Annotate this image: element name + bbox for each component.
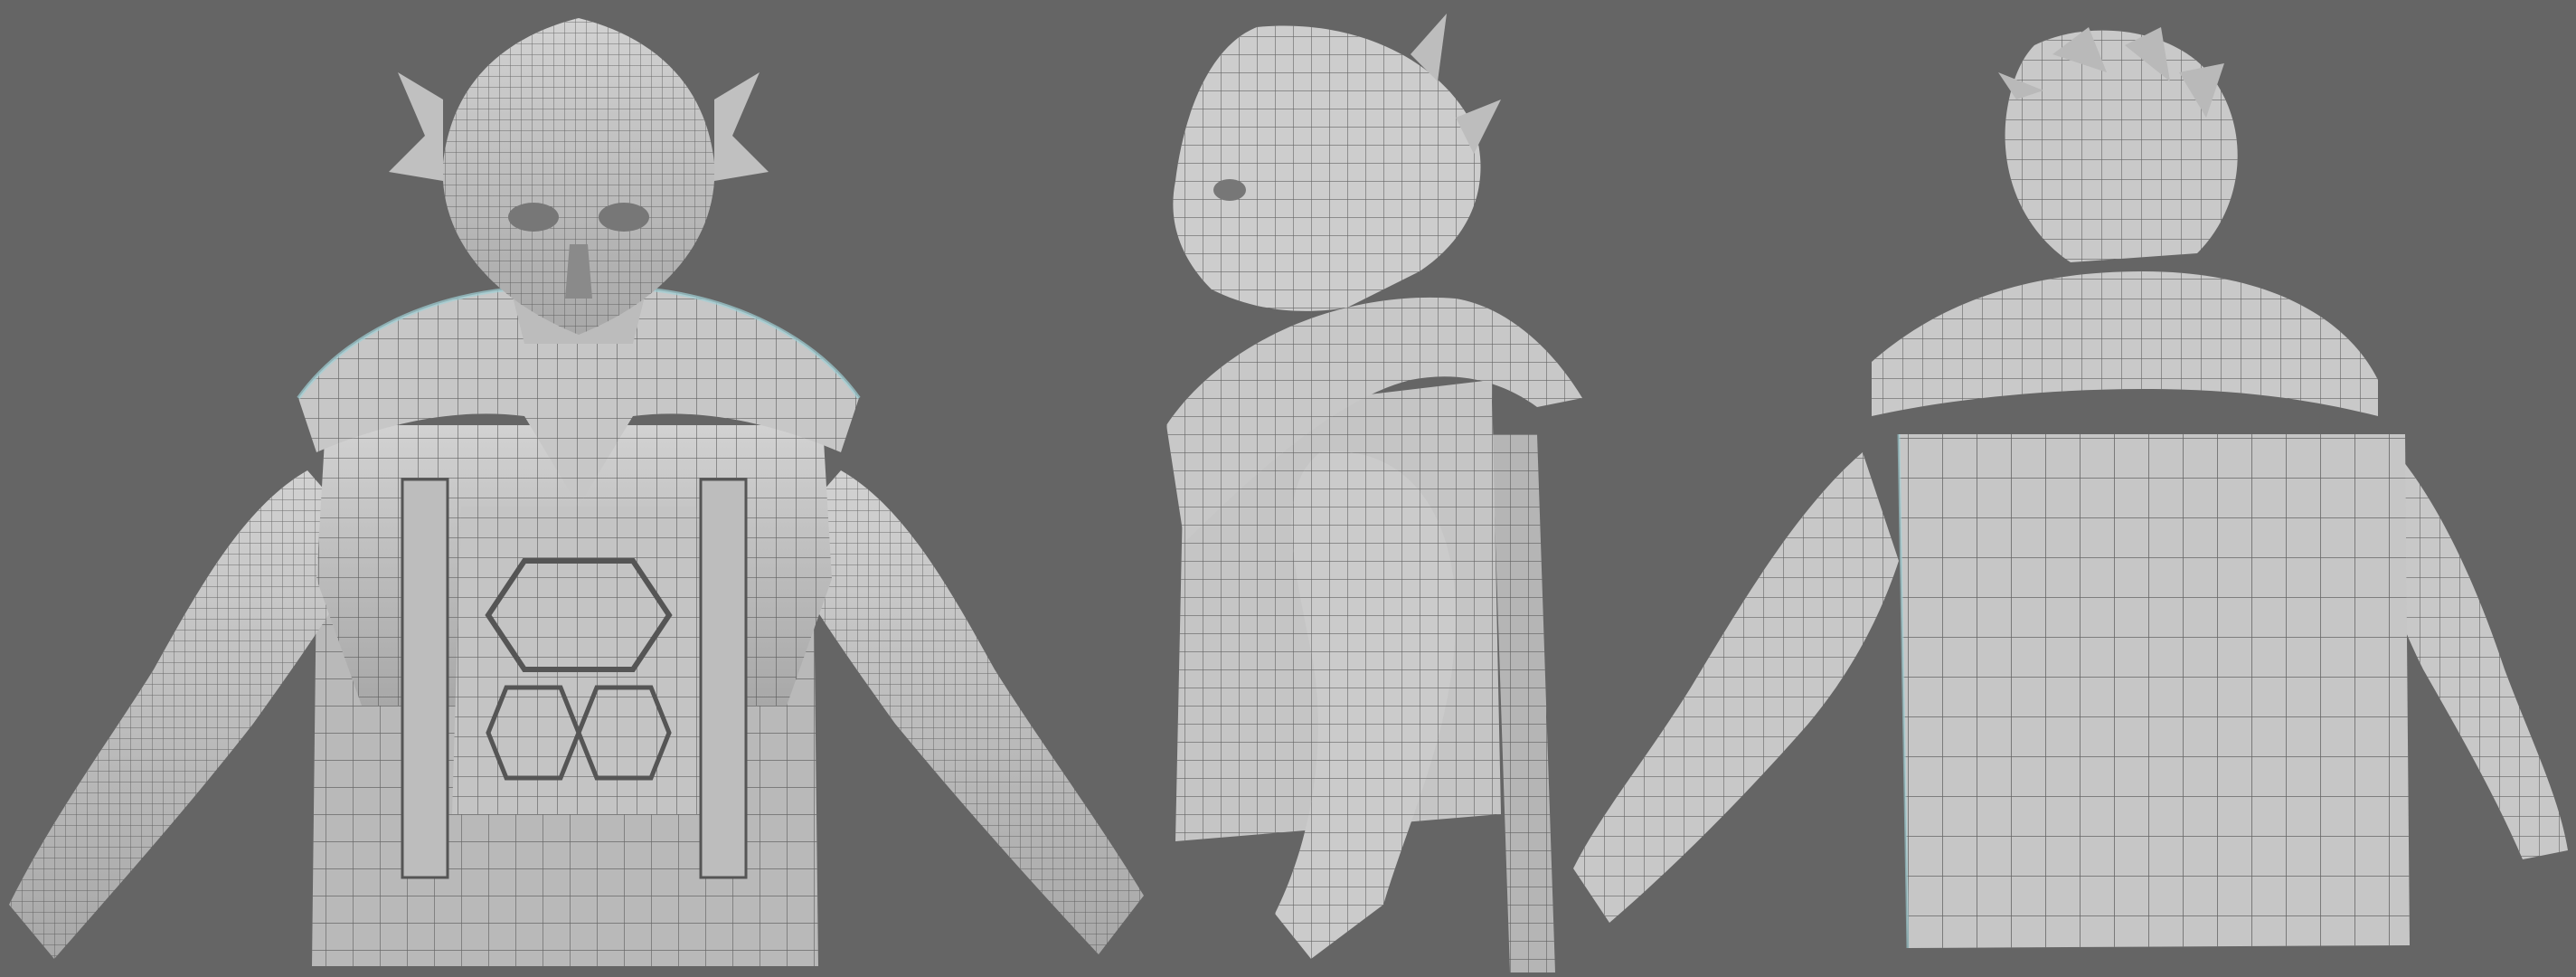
back-bust-model bbox=[1573, 27, 2568, 949]
front-head bbox=[389, 18, 769, 335]
front-bust-model bbox=[9, 18, 1144, 966]
render-viewport bbox=[0, 0, 2576, 977]
back-head bbox=[1998, 27, 2238, 262]
back-left-arm bbox=[1573, 452, 1899, 923]
side-head bbox=[1173, 14, 1501, 311]
front-right-arm bbox=[778, 470, 1144, 954]
side-bust-model bbox=[1166, 14, 1582, 972]
back-view bbox=[1564, 0, 2576, 977]
back-collar bbox=[1872, 271, 2378, 416]
front-view bbox=[0, 0, 1166, 977]
side-cape bbox=[1492, 434, 1555, 972]
back-cape bbox=[1897, 433, 2410, 949]
front-chest-plate bbox=[452, 507, 705, 814]
side-view bbox=[1112, 0, 1618, 977]
